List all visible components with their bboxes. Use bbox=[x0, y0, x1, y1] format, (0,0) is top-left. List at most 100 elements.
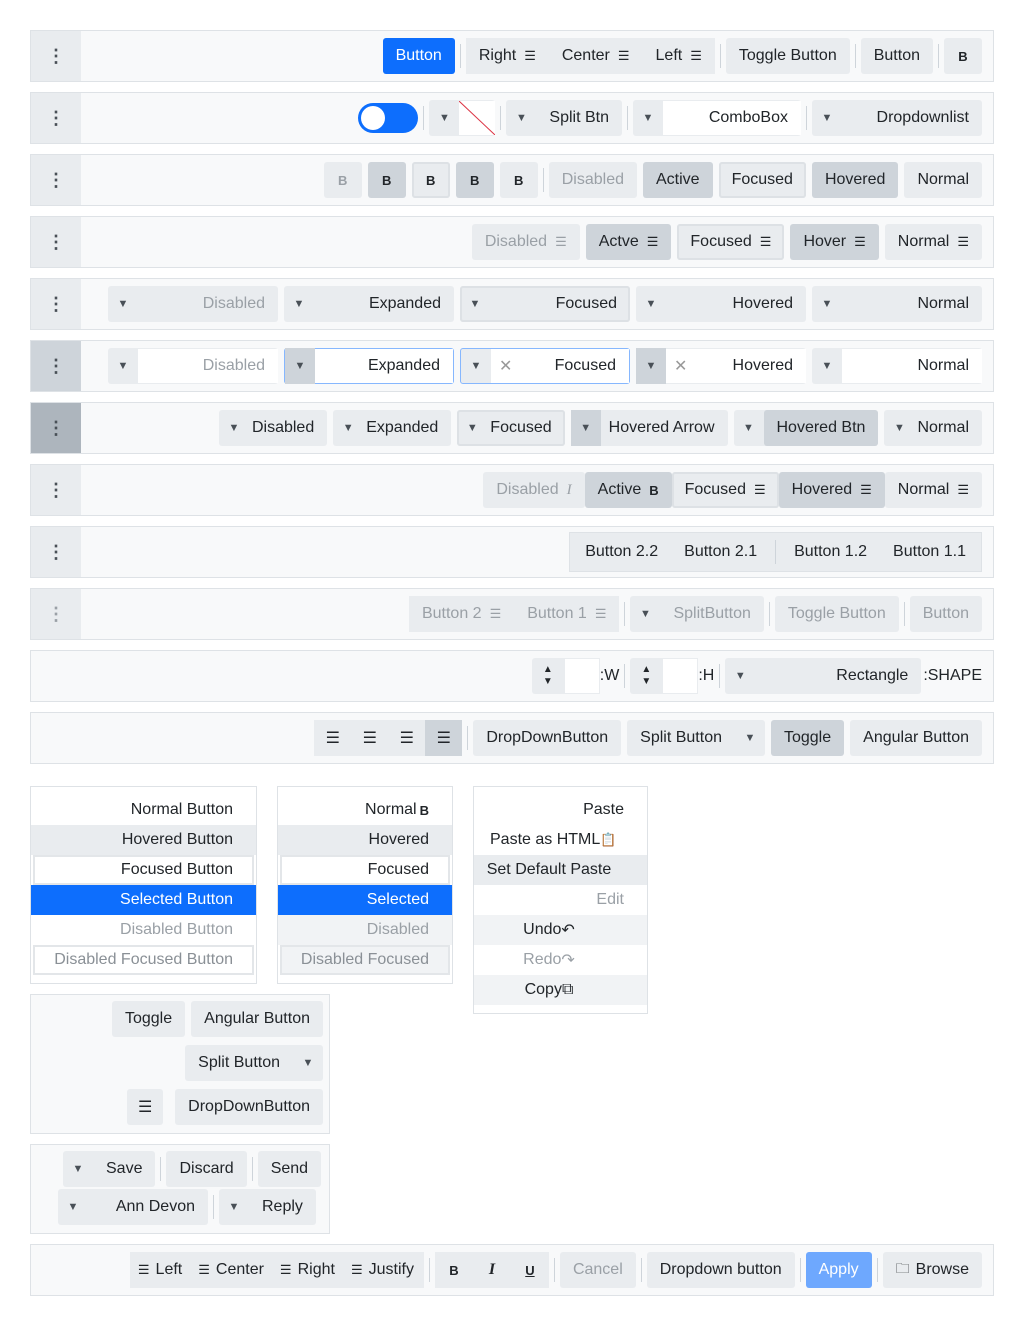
toggle-button[interactable]: Toggle Button bbox=[725, 38, 850, 74]
toolbar-menu-icon[interactable]: ⋮ bbox=[31, 279, 81, 329]
split-hovered-arrow[interactable]: ▼ Hovered Arrow bbox=[570, 410, 728, 446]
toolbar-menu-icon[interactable]: ⋮ bbox=[31, 93, 81, 143]
bold-button-active[interactable]: B bbox=[367, 162, 406, 198]
dropdown-button[interactable]: Dropdown button bbox=[646, 1252, 795, 1288]
align-center-button[interactable]: Center ☰ bbox=[548, 38, 643, 74]
align-left-icon[interactable]: ☰ bbox=[314, 720, 352, 756]
align-right-icon[interactable]: ☰ bbox=[388, 720, 426, 756]
dropdown-normal[interactable]: ▼ Normal bbox=[812, 286, 982, 322]
save-split-button[interactable]: ▼ Save bbox=[63, 1151, 156, 1187]
toggle-button[interactable]: Toggle bbox=[111, 1001, 186, 1037]
combobox[interactable]: ▼ ComboBox bbox=[633, 100, 801, 136]
active-bold-button[interactable]: Active B bbox=[584, 472, 672, 508]
combobox-input[interactable]: ComboBox bbox=[663, 101, 801, 135]
combobox-hovered[interactable]: ▼ ✕ Hovered bbox=[636, 348, 806, 384]
align-icon[interactable]: ☰ bbox=[127, 1089, 164, 1125]
dropdownlist[interactable]: ▼ Dropdownlist bbox=[812, 100, 982, 136]
hovered-button[interactable]: Hovered bbox=[811, 162, 899, 198]
split-hovered-button[interactable]: ▼ Hovered Btn bbox=[733, 410, 879, 446]
align-left-button[interactable]: Left ☰ bbox=[642, 38, 715, 74]
list-item-selected[interactable]: Selected Button bbox=[31, 885, 256, 915]
menu-item-undo[interactable]: Undo ↶ bbox=[474, 915, 647, 945]
apply-button[interactable]: Apply bbox=[805, 1252, 872, 1288]
focused-button[interactable]: Focused bbox=[718, 162, 806, 198]
bold-button-normal[interactable]: B bbox=[499, 162, 538, 198]
bold-button-hovered[interactable]: B bbox=[455, 162, 494, 198]
toolbar-menu-icon[interactable]: ⋮ bbox=[31, 217, 81, 267]
split-button[interactable]: ▼ Split Btn bbox=[506, 100, 622, 136]
toolbar-menu-icon[interactable]: ⋮ bbox=[31, 527, 81, 577]
focused-align-button[interactable]: Focused ☰ bbox=[671, 472, 779, 508]
toolbar-menu-icon[interactable]: ⋮ bbox=[31, 31, 81, 81]
color-picker[interactable]: ▼ bbox=[429, 100, 496, 136]
combobox-focused[interactable]: ▼ ✕ Focused bbox=[460, 348, 630, 384]
width-input[interactable] bbox=[563, 658, 600, 694]
dropdown-hovered[interactable]: ▼ Hovered bbox=[636, 286, 806, 322]
dropdown-button[interactable]: DropDownButton bbox=[473, 720, 622, 756]
angular-button[interactable]: Angular Button bbox=[850, 720, 982, 756]
toggle-button[interactable]: Toggle bbox=[770, 720, 845, 756]
toolbar-menu-icon[interactable]: ⋮ bbox=[31, 403, 81, 453]
menu-item-set-default[interactable]: Set Default Paste bbox=[474, 855, 647, 885]
menu-item-paste[interactable]: Paste bbox=[474, 795, 647, 825]
send-button[interactable]: Send bbox=[257, 1151, 322, 1187]
dropdown-expanded[interactable]: ▼ Expanded bbox=[284, 286, 454, 322]
shape-dropdown[interactable]: ▼ Rectangle bbox=[725, 658, 922, 694]
bold-button[interactable]: B bbox=[944, 38, 982, 74]
width-spinner[interactable]: ▲ ▼ bbox=[531, 658, 600, 694]
list-item-normal[interactable]: Normal Button bbox=[31, 795, 256, 825]
normal-button[interactable]: Normal bbox=[904, 162, 982, 198]
align-center-icon[interactable]: ☰ bbox=[351, 720, 389, 756]
split-button[interactable]: Split Button ▼ bbox=[627, 720, 765, 756]
angular-button[interactable]: Angular Button bbox=[191, 1001, 323, 1037]
button-1-1[interactable]: Button 1.1 bbox=[880, 534, 979, 570]
chevron-down-icon[interactable]: ▼ bbox=[633, 100, 663, 136]
list-item-selected[interactable]: Selected bbox=[278, 885, 452, 915]
list-item-hovered[interactable]: Hovered Button bbox=[31, 825, 256, 855]
list-item-normal[interactable]: Normal B bbox=[278, 795, 452, 825]
dropdown-button[interactable]: DropDownButton bbox=[175, 1089, 323, 1125]
focused-align-button[interactable]: Focused ☰ bbox=[677, 224, 785, 260]
split-normal[interactable]: ▼ Normal bbox=[884, 410, 982, 446]
align-left-button[interactable]: ☰ Left bbox=[129, 1252, 191, 1288]
active-align-button[interactable]: Actve ☰ bbox=[585, 224, 672, 260]
contact-dropdown[interactable]: ▼ Ann Devon bbox=[58, 1189, 208, 1225]
list-item-focused[interactable]: Focused bbox=[280, 855, 450, 885]
toolbar-menu-icon[interactable]: ⋮ bbox=[31, 155, 81, 205]
hover-align-button[interactable]: Hover ☰ bbox=[790, 224, 879, 260]
split-button[interactable]: Split Button ▼ bbox=[185, 1045, 323, 1081]
button-2-1[interactable]: Button 2.1 bbox=[671, 534, 771, 570]
toolbar-menu-icon[interactable]: ⋮ bbox=[31, 465, 81, 515]
split-focused[interactable]: ▼ Focused bbox=[457, 410, 565, 446]
height-input[interactable] bbox=[662, 658, 699, 694]
normal-align-button[interactable]: Normal ☰ bbox=[884, 472, 982, 508]
chevron-down-icon[interactable]: ▼ bbox=[506, 100, 536, 136]
switch-toggle[interactable] bbox=[358, 103, 419, 133]
align-right-button[interactable]: ☰ Right bbox=[271, 1252, 343, 1288]
menu-item-paste-html[interactable]: Paste as HTML 📋 bbox=[474, 825, 647, 855]
menu-item-copy[interactable]: Copy ⧉ bbox=[474, 975, 647, 1005]
dropdown-focused[interactable]: ▼ Focused bbox=[460, 286, 630, 322]
bold-button-focused[interactable]: B bbox=[411, 162, 450, 198]
split-expanded[interactable]: ▼ Expanded bbox=[333, 410, 452, 446]
active-button[interactable]: Active bbox=[643, 162, 713, 198]
normal-align-button[interactable]: Normal ☰ bbox=[884, 224, 982, 260]
button-1-2[interactable]: Button 1.2 bbox=[781, 534, 881, 570]
align-justify-button[interactable]: ☰ Justify bbox=[342, 1252, 424, 1288]
button[interactable]: Button bbox=[860, 38, 933, 74]
height-spinner[interactable]: ▲ ▼ bbox=[630, 658, 699, 694]
bold-icon[interactable]: B bbox=[434, 1252, 473, 1288]
primary-button[interactable]: Button bbox=[382, 38, 455, 74]
underline-icon[interactable]: U bbox=[510, 1252, 549, 1288]
hovered-align-button[interactable]: Hovered ☰ bbox=[778, 472, 885, 508]
align-justify-icon[interactable]: ☰ bbox=[425, 720, 463, 756]
list-item-hovered[interactable]: Hovered bbox=[278, 825, 452, 855]
toolbar-menu-icon[interactable]: ⋮ bbox=[31, 341, 81, 391]
italic-icon[interactable]: I bbox=[472, 1252, 511, 1288]
align-center-button[interactable]: ☰ Center bbox=[190, 1252, 272, 1288]
combobox-expanded[interactable]: ▼ Expanded bbox=[284, 348, 454, 384]
list-item-focused[interactable]: Focused Button bbox=[33, 855, 254, 885]
combobox-normal[interactable]: ▼ Normal bbox=[812, 348, 982, 384]
discard-button[interactable]: Discard bbox=[166, 1151, 247, 1187]
reply-split-button[interactable]: ▼ Reply bbox=[219, 1189, 316, 1225]
